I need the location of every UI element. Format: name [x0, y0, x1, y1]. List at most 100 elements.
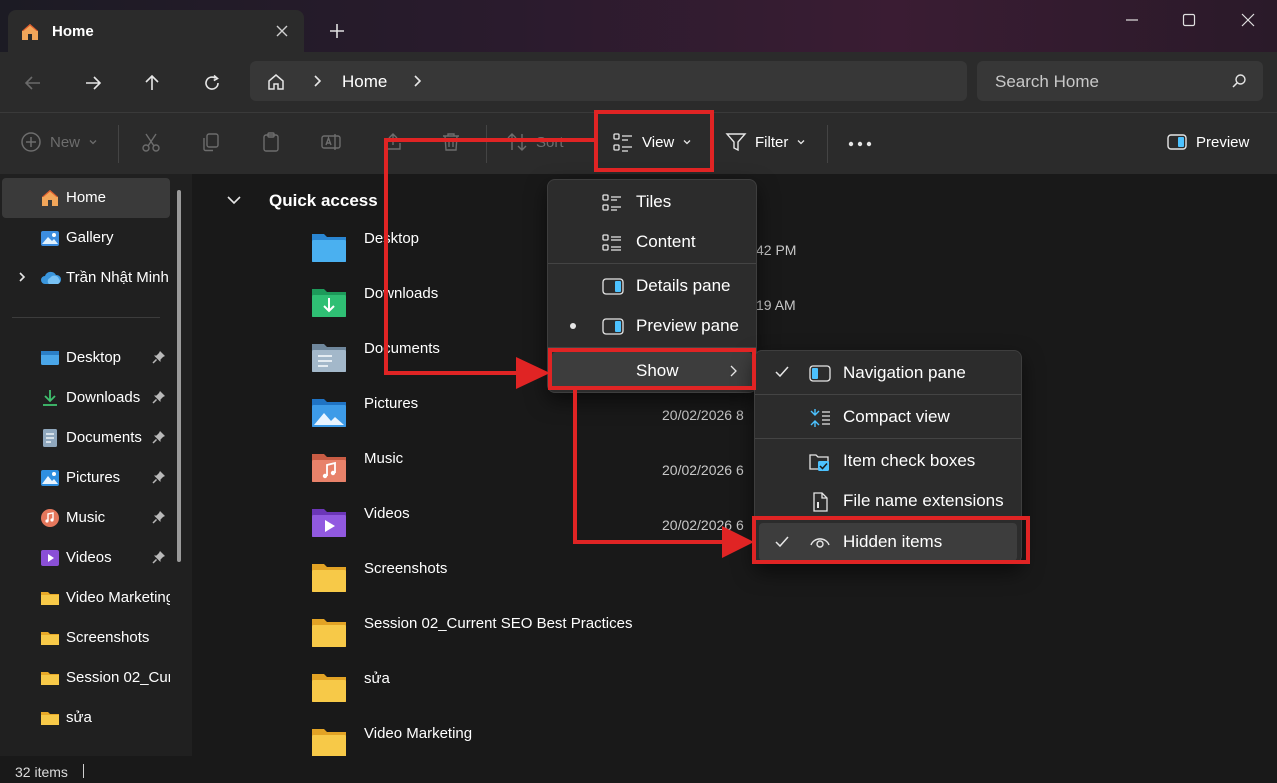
annotation-line: [573, 540, 729, 544]
menu-item-details-pane[interactable]: Details pane: [552, 267, 752, 305]
new-button[interactable]: New: [20, 131, 98, 153]
more-options-icon[interactable]: [848, 141, 872, 147]
music-icon: [40, 508, 60, 528]
file-name: sửa: [364, 670, 390, 687]
navigation-pane: Home Gallery Trần Nhật Minh Desktop Down…: [0, 174, 192, 756]
pin-icon[interactable]: [152, 510, 166, 524]
back-arrow-icon[interactable]: [20, 70, 46, 96]
pin-icon[interactable]: [152, 350, 166, 364]
menu-item-compact-view[interactable]: Compact view: [759, 398, 1017, 436]
desktop-folder-icon: [310, 230, 348, 264]
pictures-icon: [40, 468, 60, 488]
pictures-folder-icon: [310, 395, 348, 429]
sidebar-item-videos[interactable]: Videos: [2, 538, 170, 578]
sidebar-item-desktop[interactable]: Desktop: [2, 338, 170, 378]
menu-item-file-name-extensions[interactable]: File name extensions: [759, 482, 1017, 520]
annotation-box-hidden-items: [752, 516, 1030, 564]
minimize-icon[interactable]: [1112, 8, 1152, 32]
title-bar: Home: [0, 0, 1277, 52]
preview-button[interactable]: Preview: [1166, 131, 1249, 153]
search-input[interactable]: Search Home: [977, 61, 1263, 101]
file-row-screenshots[interactable]: Screenshots: [192, 550, 1277, 605]
file-row-sua[interactable]: sửa: [192, 660, 1277, 715]
divider: [118, 125, 119, 163]
item-count: 32 items: [15, 764, 68, 780]
address-row: Home Search Home: [0, 52, 1277, 112]
up-arrow-icon[interactable]: [139, 70, 165, 96]
menu-item-navigation-pane[interactable]: Navigation pane: [759, 354, 1017, 392]
tab-home[interactable]: Home: [8, 10, 304, 52]
file-row-music[interactable]: Music 20/02/2026 6: [192, 440, 1277, 495]
sort-button[interactable]: Sort: [506, 131, 564, 153]
cut-icon[interactable]: [140, 131, 162, 153]
sidebar-item-pictures[interactable]: Pictures: [2, 458, 170, 498]
compact-view-icon: [809, 408, 831, 428]
maximize-icon[interactable]: [1169, 8, 1209, 32]
rename-icon[interactable]: [320, 131, 342, 153]
new-tab-icon[interactable]: [328, 22, 346, 40]
menu-item-preview-pane[interactable]: Preview pane: [552, 307, 752, 345]
menu-separator: [755, 438, 1021, 439]
new-label: New: [50, 133, 81, 151]
pin-icon[interactable]: [152, 470, 166, 484]
chevron-right-icon[interactable]: [310, 74, 324, 88]
copy-icon[interactable]: [200, 131, 222, 153]
videos-icon: [40, 548, 60, 568]
sidebar-item-label: Trần Nhật Minh: [66, 269, 169, 286]
chevron-right-icon[interactable]: [410, 74, 424, 88]
pin-icon[interactable]: [152, 390, 166, 404]
sidebar-scrollbar[interactable]: [177, 190, 181, 562]
annotation-box-view: [594, 110, 714, 172]
preview-pane-icon: [1166, 131, 1188, 153]
sidebar-item-label: Gallery: [66, 229, 114, 246]
pin-icon[interactable]: [152, 550, 166, 564]
chevron-right-icon[interactable]: [16, 271, 28, 283]
paste-icon[interactable]: [260, 131, 282, 153]
sidebar-item-home[interactable]: Home: [2, 178, 170, 218]
pin-icon[interactable]: [152, 430, 166, 444]
file-name: Video Marketing: [364, 725, 473, 742]
music-folder-icon: [310, 450, 348, 484]
sidebar-item-music[interactable]: Music: [2, 498, 170, 538]
folder-icon: [310, 615, 348, 649]
address-bar[interactable]: Home: [250, 61, 967, 101]
delete-icon[interactable]: [440, 131, 462, 153]
file-row-pictures[interactable]: Pictures 20/02/2026 8: [192, 385, 1277, 440]
annotation-line: [384, 138, 596, 142]
annotation-line: [384, 138, 388, 375]
forward-arrow-icon[interactable]: [80, 70, 106, 96]
sidebar-divider: [12, 317, 160, 318]
sidebar-item-screenshots[interactable]: Screenshots: [2, 618, 170, 658]
sidebar-item-session-02[interactable]: Session 02_Current SEO Best Practices: [2, 658, 170, 698]
sidebar-item-gallery[interactable]: Gallery: [2, 218, 170, 258]
refresh-icon[interactable]: [199, 70, 225, 96]
sidebar-item-label: sửa: [66, 709, 92, 726]
close-window-icon[interactable]: [1228, 8, 1268, 32]
breadcrumb-home[interactable]: Home: [342, 72, 387, 92]
file-name: Session 02_Current SEO Best Practices: [364, 615, 633, 632]
collapse-chevron-icon[interactable]: [226, 192, 242, 208]
sidebar-item-label: Video Marketing: [66, 589, 170, 606]
menu-item-tiles[interactable]: Tiles: [552, 183, 752, 221]
file-date: 42 PM: [756, 242, 797, 258]
sidebar-item-sua[interactable]: sửa: [2, 698, 170, 738]
home-outline-icon[interactable]: [266, 72, 286, 92]
menu-item-content[interactable]: Content: [552, 223, 752, 261]
sidebar-item-video-marketing[interactable]: Video Marketing: [2, 578, 170, 618]
quick-access-heading[interactable]: Quick access: [269, 191, 378, 211]
search-icon[interactable]: [1231, 73, 1247, 89]
menu-separator: [755, 394, 1021, 395]
annotation-arrow-icon: [516, 357, 550, 389]
close-tab-icon[interactable]: [274, 23, 290, 39]
sidebar-item-documents[interactable]: Documents: [2, 418, 170, 458]
home-icon: [40, 188, 60, 208]
filter-button[interactable]: Filter: [725, 131, 806, 153]
status-bar: 32 items: [0, 756, 1277, 783]
menu-item-item-check-boxes[interactable]: Item check boxes: [759, 442, 1017, 480]
plus-circle-icon: [20, 131, 42, 153]
sidebar-item-downloads[interactable]: Downloads: [2, 378, 170, 418]
documents-folder-icon: [310, 340, 348, 374]
divider: [486, 125, 487, 163]
sidebar-item-onedrive[interactable]: Trần Nhật Minh: [2, 258, 170, 298]
file-row-session-02[interactable]: Session 02_Current SEO Best Practices: [192, 605, 1277, 660]
